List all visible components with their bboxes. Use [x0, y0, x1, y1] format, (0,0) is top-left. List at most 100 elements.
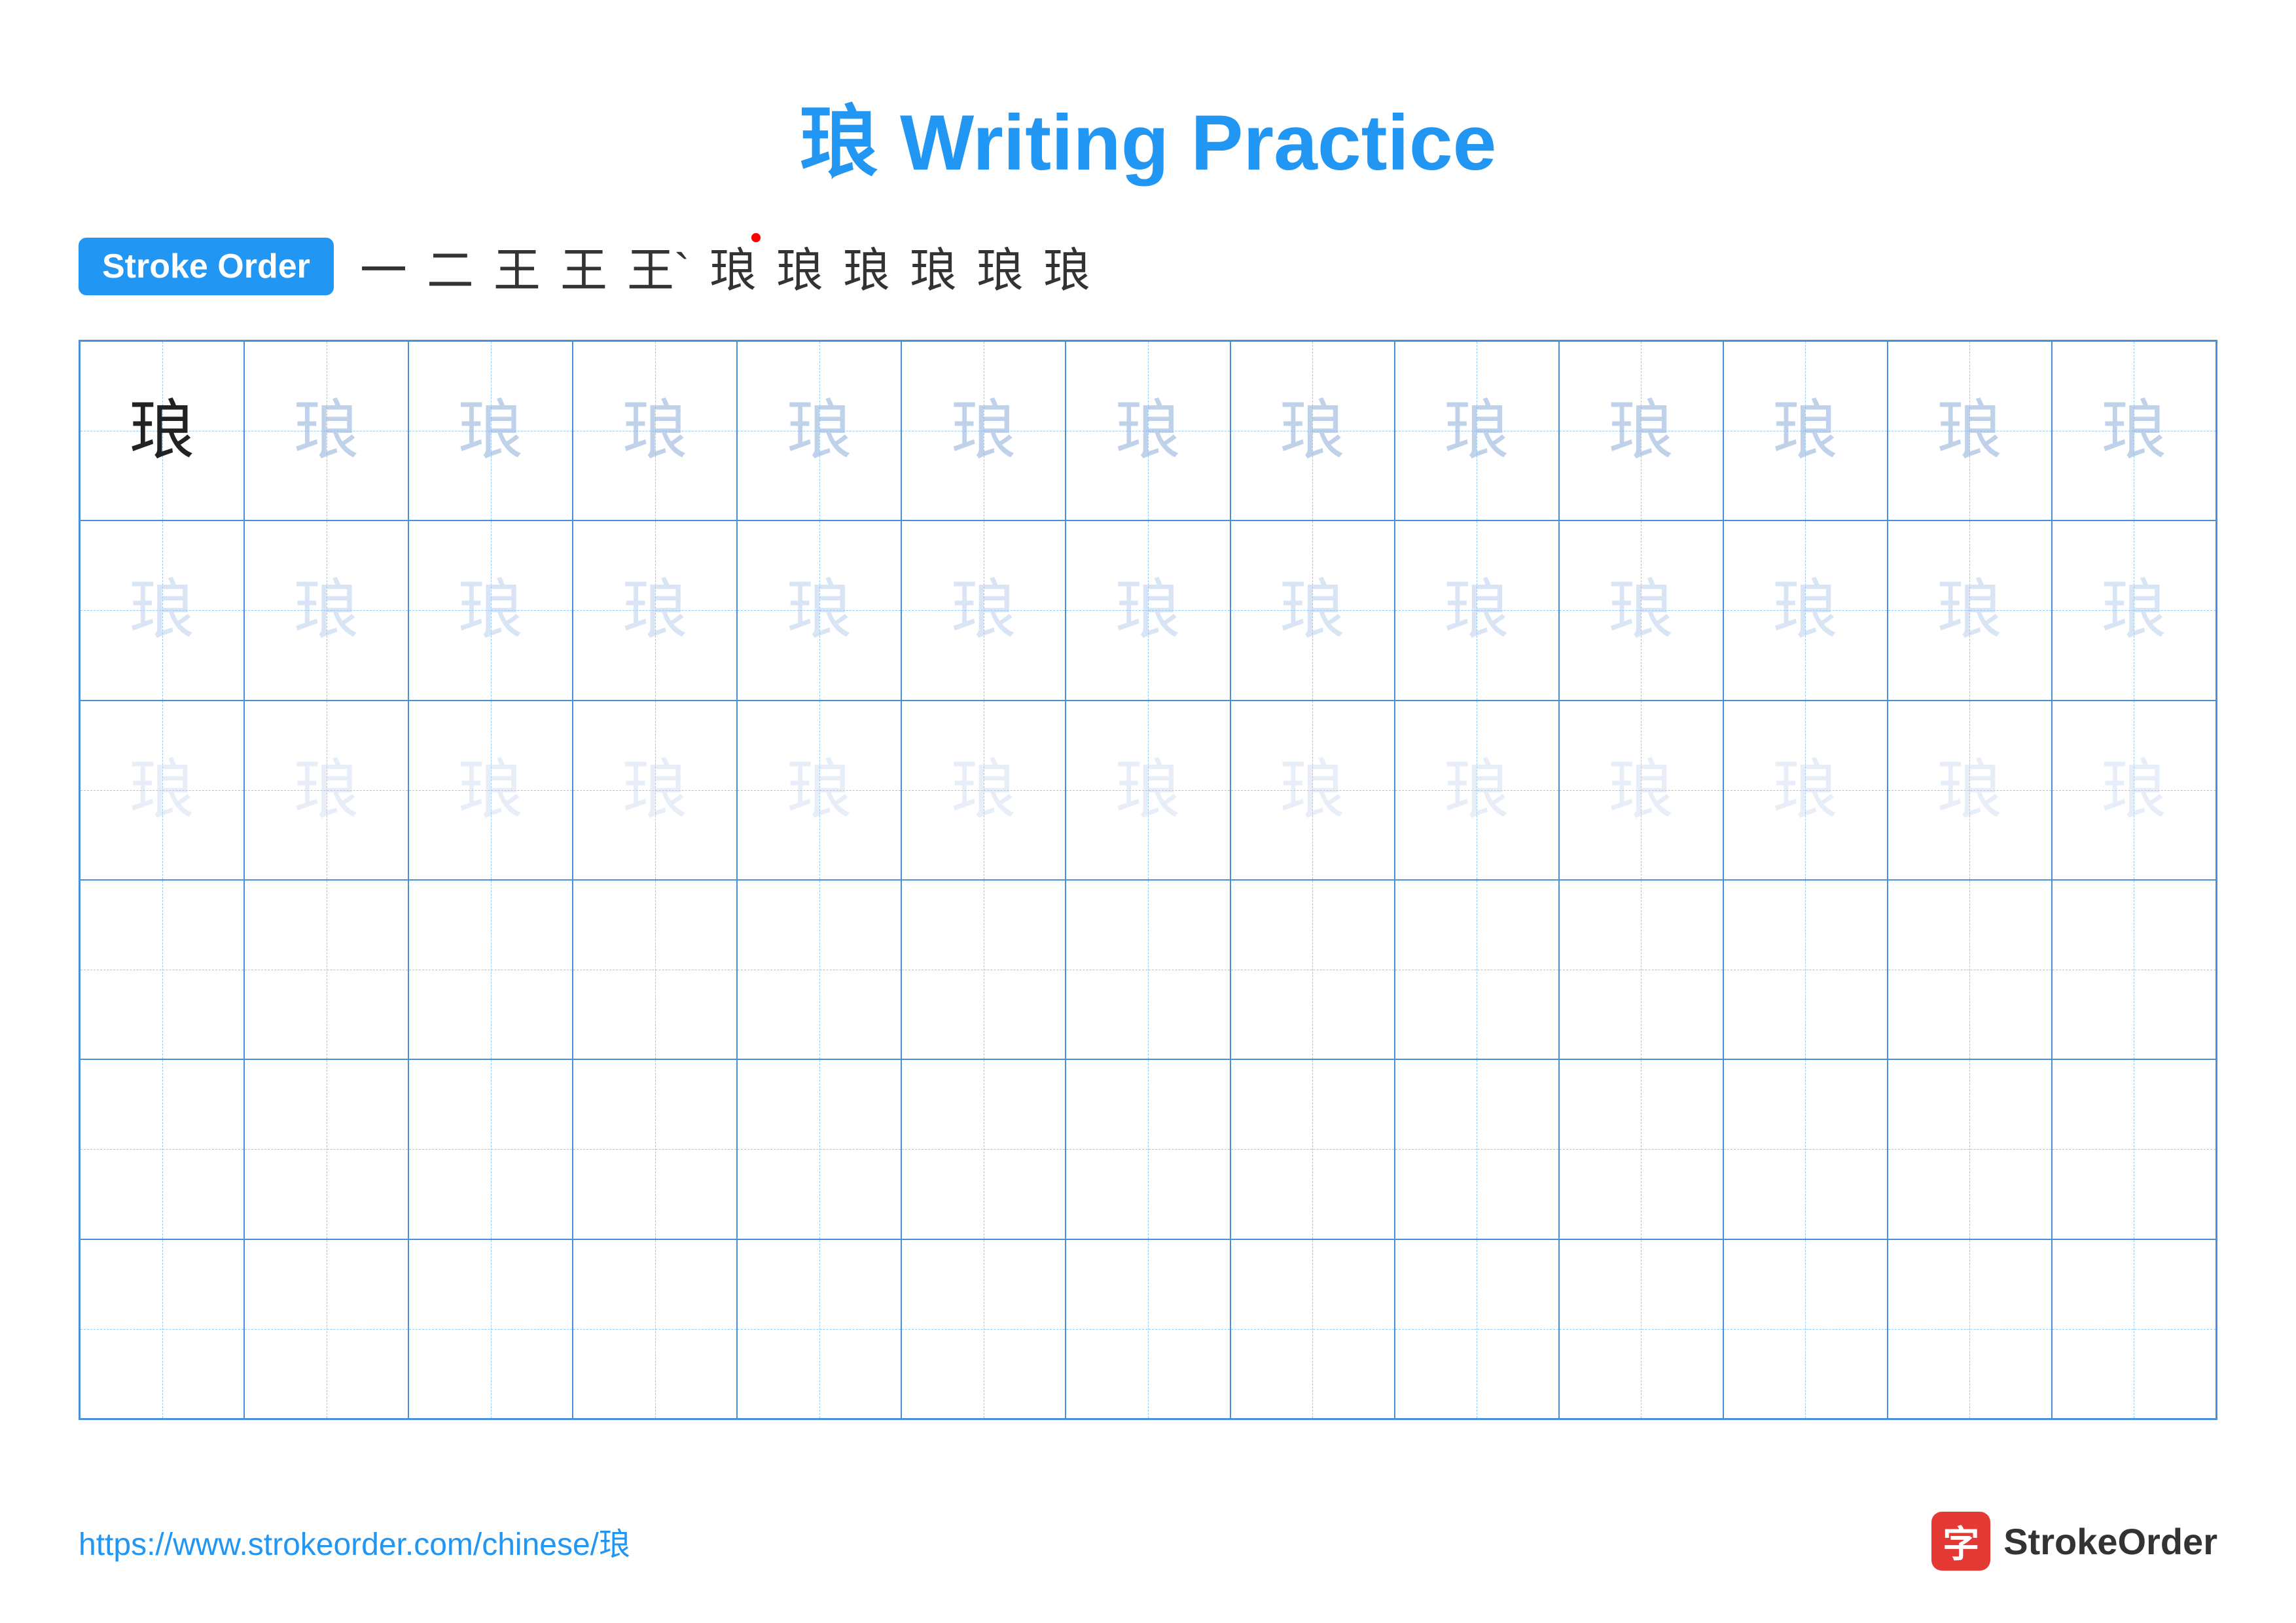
grid-cell[interactable] [408, 880, 573, 1059]
stroke-9: 琅 [910, 232, 957, 301]
practice-grid: 琅 琅 琅 琅 琅 琅 琅 琅 琅 琅 琅 琅 琅 琅 琅 琅 琅 琅 琅 琅 … [79, 340, 2217, 1420]
grid-cell[interactable] [2052, 1059, 2216, 1239]
grid-cell[interactable]: 琅 [901, 341, 1066, 520]
grid-cell[interactable]: 琅 [901, 701, 1066, 880]
grid-cell[interactable] [1559, 880, 1723, 1059]
grid-cell[interactable]: 琅 [1559, 701, 1723, 880]
grid-cell[interactable]: 琅 [1723, 701, 1888, 880]
grid-cell[interactable]: 琅 [1230, 341, 1395, 520]
grid-cell[interactable] [1230, 1059, 1395, 1239]
stroke-5: 王` [627, 232, 690, 301]
grid-cell[interactable]: 琅 [737, 701, 901, 880]
grid-cell[interactable] [1723, 880, 1888, 1059]
grid-cell[interactable] [737, 1239, 901, 1419]
grid-cell[interactable] [1888, 880, 2052, 1059]
grid-cell[interactable] [901, 1059, 1066, 1239]
stroke-4: 王 [560, 232, 607, 301]
grid-cell[interactable]: 琅 [1230, 701, 1395, 880]
stroke-7: 琅 [776, 232, 823, 301]
grid-cell[interactable]: 琅 [80, 701, 244, 880]
grid-cell[interactable] [244, 1239, 408, 1419]
grid-cell[interactable] [901, 1239, 1066, 1419]
grid-cell[interactable] [1888, 1059, 2052, 1239]
grid-cell[interactable] [244, 880, 408, 1059]
grid-cell[interactable] [80, 880, 244, 1059]
footer-brand: 字 StrokeOrder [1931, 1512, 2217, 1571]
grid-cell[interactable] [1066, 1059, 1230, 1239]
grid-cell[interactable] [1066, 880, 1230, 1059]
stroke-sequence: 一 二 王 王 王` 琅 琅 琅 琅 琅 琅 [360, 232, 1090, 301]
stroke-order-badge: Stroke Order [79, 238, 334, 295]
stroke-10: 琅 [977, 232, 1024, 301]
grid-cell[interactable]: 琅 [80, 520, 244, 700]
grid-cell[interactable]: 琅 [573, 701, 737, 880]
grid-cell[interactable]: 琅 [1888, 520, 2052, 700]
grid-cell[interactable]: 琅 [1395, 341, 1559, 520]
grid-cell[interactable]: 琅 [1230, 520, 1395, 700]
grid-cell[interactable] [1395, 880, 1559, 1059]
grid-cell[interactable] [901, 880, 1066, 1059]
stroke-11: 琅 [1043, 232, 1090, 301]
grid-cell[interactable]: 琅 [1559, 341, 1723, 520]
grid-cell[interactable]: 琅 [408, 701, 573, 880]
grid-cell[interactable] [1723, 1239, 1888, 1419]
grid-cell[interactable]: 琅 [1723, 341, 1888, 520]
grid-cell[interactable] [1230, 1239, 1395, 1419]
grid-cell[interactable]: 琅 [1066, 701, 1230, 880]
grid-cell[interactable]: 琅 [244, 341, 408, 520]
grid-cell[interactable] [573, 1239, 737, 1419]
grid-cell[interactable] [408, 1239, 573, 1419]
grid-cell[interactable]: 琅 [1888, 701, 2052, 880]
grid-cell[interactable]: 琅 [1066, 341, 1230, 520]
stroke-6: 琅 [709, 232, 757, 301]
grid-cell[interactable]: 琅 [2052, 341, 2216, 520]
stroke-1: 一 [360, 232, 407, 301]
grid-cell[interactable] [2052, 880, 2216, 1059]
grid-cell[interactable]: 琅 [1066, 520, 1230, 700]
footer: https://www.strokeorder.com/chinese/琅 字 … [79, 1512, 2217, 1571]
grid-cell[interactable] [1559, 1059, 1723, 1239]
grid-cell[interactable] [1395, 1059, 1559, 1239]
grid-cell[interactable]: 琅 [1888, 341, 2052, 520]
grid-cell[interactable]: 琅 [408, 341, 573, 520]
grid-cell[interactable]: 琅 [2052, 520, 2216, 700]
grid-cell[interactable]: 琅 [1395, 701, 1559, 880]
footer-logo-icon: 字 [1931, 1512, 1990, 1571]
page-title: 琅 Writing Practice [79, 79, 2217, 192]
grid-cell[interactable]: 琅 [2052, 701, 2216, 880]
grid-cell[interactable] [1066, 1239, 1230, 1419]
grid-cell[interactable] [1230, 880, 1395, 1059]
grid-cell[interactable] [408, 1059, 573, 1239]
grid-cell[interactable]: 琅 [737, 520, 901, 700]
stroke-order-row: Stroke Order 一 二 王 王 王` 琅 琅 琅 琅 琅 琅 [79, 232, 2217, 301]
grid-cell[interactable] [244, 1059, 408, 1239]
grid-cell[interactable]: 琅 [573, 341, 737, 520]
grid-cell[interactable]: 琅 [901, 520, 1066, 700]
grid-cell[interactable] [1395, 1239, 1559, 1419]
grid-cell[interactable]: 琅 [408, 520, 573, 700]
grid-cell[interactable] [1723, 1059, 1888, 1239]
stroke-8: 琅 [843, 232, 890, 301]
grid-cell[interactable] [1559, 1239, 1723, 1419]
grid-cell[interactable] [737, 880, 901, 1059]
grid-cell[interactable] [80, 1239, 244, 1419]
page: 琅 Writing Practice Stroke Order 一 二 王 王 … [0, 0, 2296, 1623]
grid-cell[interactable] [573, 880, 737, 1059]
grid-cell[interactable]: 琅 [737, 341, 901, 520]
grid-cell[interactable]: 琅 [244, 520, 408, 700]
grid-cell[interactable] [80, 1059, 244, 1239]
grid-cell[interactable]: 琅 [573, 520, 737, 700]
stroke-2: 二 [427, 232, 474, 301]
grid-cell[interactable] [2052, 1239, 2216, 1419]
grid-cell[interactable]: 琅 [1395, 520, 1559, 700]
grid-cell[interactable]: 琅 [80, 341, 244, 520]
grid-cell[interactable]: 琅 [1559, 520, 1723, 700]
grid-cell[interactable] [1888, 1239, 2052, 1419]
footer-brand-name: StrokeOrder [2003, 1520, 2217, 1563]
grid-cell[interactable]: 琅 [244, 701, 408, 880]
footer-url[interactable]: https://www.strokeorder.com/chinese/琅 [79, 1518, 630, 1564]
grid-cell[interactable]: 琅 [1723, 520, 1888, 700]
grid-cell[interactable] [737, 1059, 901, 1239]
grid-cell[interactable] [573, 1059, 737, 1239]
stroke-3: 王 [493, 232, 541, 301]
